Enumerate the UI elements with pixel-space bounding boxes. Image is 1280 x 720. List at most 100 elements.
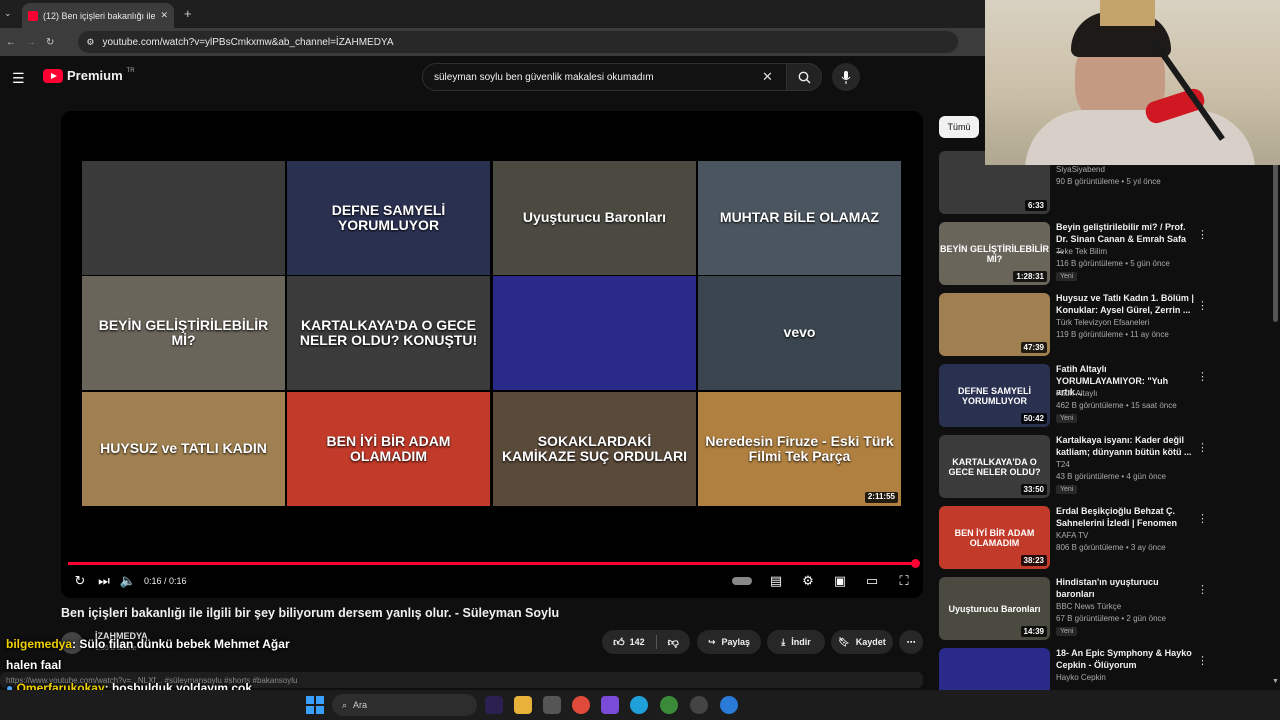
taskbar-search[interactable]: ⌕ Ara [332,694,477,716]
more-vertical-icon[interactable]: ⋮ [1197,228,1208,241]
like-divider [655,635,657,649]
like-button[interactable]: 👍︎ 142 [613,636,645,649]
more-vertical-icon[interactable]: ⋮ [1197,512,1208,525]
replay-icon[interactable]: ↻ [68,571,92,591]
more-vertical-icon[interactable]: ⋮ [1197,441,1208,454]
end-screen-tile[interactable]: SOKAKLARDAKİ KAMİKAZE SUÇ ORDULARI [493,392,696,506]
windows-start-icon[interactable] [306,696,324,714]
autoplay-toggle[interactable] [730,571,754,591]
premiere-icon[interactable] [485,696,503,714]
end-screen-tile[interactable]: BEN İYİ BİR ADAM OLAMADIM [287,392,490,506]
new-tab-icon[interactable]: + [184,6,192,21]
recommendation-thumbnail[interactable]: 47:39 [939,293,1050,356]
logo-country: TR [126,68,135,74]
download-button[interactable]: ⤓ İndir [767,630,825,654]
recommendation-item[interactable]: Uyuşturucu Baronları 14:39 Hindistan'ın uy… [939,577,1279,641]
url-field[interactable]: ⚙ youtube.com/watch?v=ylPBsCmkxmw&ab_cha… [78,31,959,53]
recommendation-channel[interactable]: Türk Televizyon Efsaneleri [1056,318,1149,327]
search-button[interactable] [786,63,822,91]
volume-icon[interactable]: 🔈 [116,571,140,591]
share-button[interactable]: ↪ Paylaş [697,630,761,654]
progress-scrubber[interactable] [911,559,920,568]
tile-text: HUYSUZ ve TATLI KADIN [100,440,267,457]
tile-text: DEFNE SAMYELİ YORUMLUYOR [331,201,446,233]
tile-duration: 2:11:55 [864,492,898,503]
tab-list-icon[interactable]: ⌄ [4,8,12,19]
voice-search-button[interactable] [832,63,860,91]
recommendation-channel[interactable]: BBC News Türkçe [1056,602,1121,611]
recommendation-channel[interactable]: T24 [1056,460,1070,469]
close-tab-icon[interactable]: ✕ [160,10,168,21]
recommendation-item[interactable]: DEFNE SAMYELİ YORUMLUYOR 50:42 Fatih Altay… [939,364,1279,428]
recommendation-channel[interactable]: Hayko Cepkin [1056,673,1106,682]
end-screen-tile[interactable] [82,161,285,275]
recommendation-item[interactable]: BEYİN GELİŞTİRİLEBİLİR Mİ? 1:28:31 Beyin g… [939,222,1279,286]
end-screen-tile[interactable] [493,276,696,390]
tile-text: vevo [783,324,816,341]
site-info-icon[interactable]: ⚙ [86,37,94,48]
file-explorer-icon[interactable] [514,696,532,714]
recommendation-title[interactable]: Hindistan'ın uyuşturucu baronları [1056,577,1196,600]
recommendation-title[interactable]: Kartalkaya isyanı: Kader değil katliam; … [1056,435,1196,458]
recommendation-item[interactable]: BEN İYİ BİR ADAM OLAMADIM 38:23 Erdal Beşi… [939,506,1279,570]
end-screen-tile[interactable]: DEFNE SAMYELİ YORUMLUYOR [287,161,490,275]
next-icon[interactable]: ⏭ [92,571,116,591]
recommendation-thumbnail[interactable]: DEFNE SAMYELİ YORUMLUYOR 50:42 [939,364,1050,427]
theater-mode-icon[interactable]: ▭ [860,571,884,591]
recommendation-channel[interactable]: KAFA TV [1056,531,1088,540]
edge-icon[interactable] [630,696,648,714]
end-screen-tile[interactable]: vevo [698,276,901,390]
end-screen-tile[interactable]: Uyuşturucu Baronları [493,161,696,275]
tab-title: (12) Ben içişleri bakanlığı ile ilgili b… [43,10,156,21]
reload-icon[interactable]: ↻ [46,37,54,48]
recommendation-channel[interactable]: Fatih Altaylı [1056,389,1097,398]
forward-icon[interactable]: → [26,37,36,48]
more-vertical-icon[interactable]: ⋮ [1197,299,1208,312]
menu-icon[interactable]: ☰ [12,70,25,87]
end-screen-tile[interactable]: MUHTAR BİLE OLAMAZ [698,161,901,275]
recommendation-thumbnail[interactable]: BEN İYİ BİR ADAM OLAMADIM 38:23 [939,506,1050,569]
end-screen-tile[interactable]: BEYİN GELİŞTİRİLEBİLİR Mİ? [82,276,285,390]
obs-icon[interactable] [690,696,708,714]
miniplayer-icon[interactable]: ▣ [828,571,852,591]
filter-chip-all[interactable]: Tümü [939,116,979,138]
tile-text: BEYİN GELİŞTİRİLEBİLİR Mİ? [98,316,269,348]
settings-gear-icon[interactable]: ⚙ [796,571,820,591]
end-screen-tile[interactable]: Neredesin Firuze - Eski Türk Filmi Tek P… [698,392,901,506]
recommendation-item[interactable]: KARTALKAYA'DA O GECE NELER OLDU? 33:50 Kar… [939,435,1279,499]
search-input[interactable]: süleyman soylu ben güvenlik makalesi oku… [422,63,787,91]
end-screen-tile[interactable]: HUYSUZ ve TATLI KADIN [82,392,285,506]
save-button[interactable]: 🔖︎ Kaydet [831,630,893,654]
logo-text: Premium [67,68,123,83]
more-actions-button[interactable]: ⋯ [899,630,923,654]
recommendation-thumbnail[interactable]: BEYİN GELİŞTİRİLEBİLİR Mİ? 1:28:31 [939,222,1050,285]
recommendation-item[interactable]: 47:39 Huysuz ve Tatlı Kadın 1. Bölüm | Ko… [939,293,1279,357]
dislike-button[interactable]: 👎︎ [668,636,679,649]
thumbnail-text: DEFNE SAMYELİ YORUMLUYOR [957,385,1031,406]
app-icon[interactable] [543,696,561,714]
app-icon[interactable] [720,696,738,714]
end-screen-tile[interactable]: KARTALKAYA'DA O GECE NELER OLDU? KONUŞTU… [287,276,490,390]
video-player[interactable]: DEFNE SAMYELİ YORUMLUYOR Uyuşturucu Baron… [61,111,923,598]
youtube-logo[interactable]: Premium TR [43,68,135,83]
chrome-icon[interactable] [572,696,590,714]
subtitles-icon[interactable]: ▤ [764,571,788,591]
scroll-down-icon[interactable]: ▼ [1272,678,1279,685]
fullscreen-icon[interactable]: ⛶ [892,571,916,591]
more-vertical-icon[interactable]: ⋮ [1197,370,1208,383]
recommendation-thumbnail[interactable]: KARTALKAYA'DA O GECE NELER OLDU? 33:50 [939,435,1050,498]
recommendation-channel[interactable]: SiyaSiyabend [1056,165,1105,174]
recommendation-title[interactable]: Erdal Beşikçioğlu Behzat Ç. Sahnelerini … [1056,506,1196,529]
back-icon[interactable]: ← [6,37,16,48]
recommendation-thumbnail[interactable]: Uyuşturucu Baronları 14:39 [939,577,1050,640]
progress-bar[interactable] [68,562,916,565]
more-vertical-icon[interactable]: ⋮ [1197,654,1208,667]
recommendation-title[interactable]: 18- An Epic Symphony & Hayko Cepkin - Öl… [1056,648,1196,671]
chrome-active-icon[interactable] [660,696,678,714]
clear-search-icon[interactable]: ✕ [762,69,773,85]
more-vertical-icon[interactable]: ⋮ [1197,583,1208,596]
app-icon[interactable] [601,696,619,714]
recommendation-channel[interactable]: Teke Tek Bilim [1056,247,1107,256]
browser-tab[interactable]: (12) Ben içişleri bakanlığı ile ilgili b… [22,3,174,28]
recommendation-title[interactable]: Huysuz ve Tatlı Kadın 1. Bölüm | Konukla… [1056,293,1196,316]
